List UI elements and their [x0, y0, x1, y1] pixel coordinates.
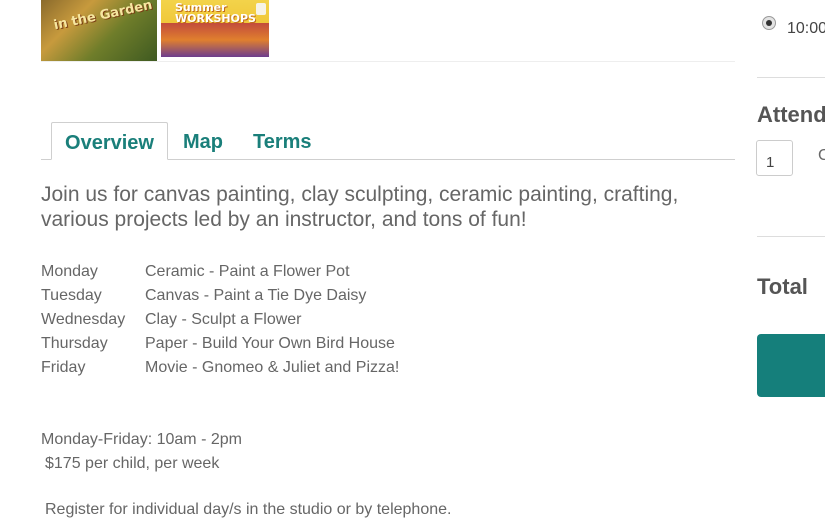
schedule-row: Tuesday Canvas - Paint a Tie Dye Daisy	[41, 284, 521, 308]
register-text: Register for individual day/s in the stu…	[45, 501, 452, 518]
price-text: $175 per child, per week	[45, 455, 220, 472]
schedule-day: Friday	[41, 359, 86, 376]
schedule-activity: Movie - Gnomeo & Juliet and Pizza!	[145, 359, 400, 376]
schedule-activity: Paper - Build Your Own Bird House	[145, 335, 395, 352]
divider	[757, 77, 825, 78]
schedule-day: Monday	[41, 263, 98, 280]
hours-text: Monday-Friday: 10am - 2pm	[41, 431, 242, 448]
schedule-activity: Ceramic - Paint a Flower Pot	[145, 263, 350, 280]
tab-map[interactable]: Map	[183, 122, 223, 159]
schedule-day: Thursday	[41, 335, 108, 352]
schedule-list: Monday Ceramic - Paint a Flower Pot Tues…	[41, 260, 521, 380]
workshops-thumbnail[interactable]: Summer WORKSHOPS	[161, 0, 269, 57]
schedule-activity: Canvas - Paint a Tie Dye Daisy	[145, 287, 367, 304]
divider	[757, 236, 825, 237]
schedule-row: Monday Ceramic - Paint a Flower Pot	[41, 260, 521, 284]
quantity-suffix: C	[818, 147, 825, 164]
schedule-row: Thursday Paper - Build Your Own Bird Hou…	[41, 332, 521, 356]
schedule-row: Friday Movie - Gnomeo & Juliet and Pizza…	[41, 356, 521, 380]
garden-thumbnail[interactable]: in the Garden	[41, 0, 157, 61]
schedule-row: Wednesday Clay - Sculpt a Flower	[41, 308, 521, 332]
attend-heading: Attend	[757, 102, 825, 127]
quantity-input[interactable]: 1	[756, 140, 793, 176]
garden-thumbnail-text: in the Garden	[52, 0, 154, 34]
total-label: Total	[757, 274, 808, 299]
badge-icon	[256, 3, 266, 15]
intro-text: Join us for canvas painting, clay sculpt…	[41, 183, 679, 231]
schedule-day: Wednesday	[41, 311, 126, 328]
tab-overview[interactable]: Overview	[51, 122, 168, 160]
tab-bar: Overview Map Terms	[41, 122, 735, 160]
schedule-activity: Clay - Sculpt a Flower	[145, 311, 302, 328]
schedule-day: Tuesday	[41, 287, 102, 304]
workshops-thumbnail-text: Summer WORKSHOPS	[175, 1, 256, 25]
add-to-cart-button[interactable]	[757, 334, 825, 397]
divider	[41, 61, 735, 62]
time-radio-button[interactable]	[762, 16, 776, 30]
tab-terms[interactable]: Terms	[253, 122, 312, 159]
time-option-label: 10:00	[787, 20, 825, 37]
